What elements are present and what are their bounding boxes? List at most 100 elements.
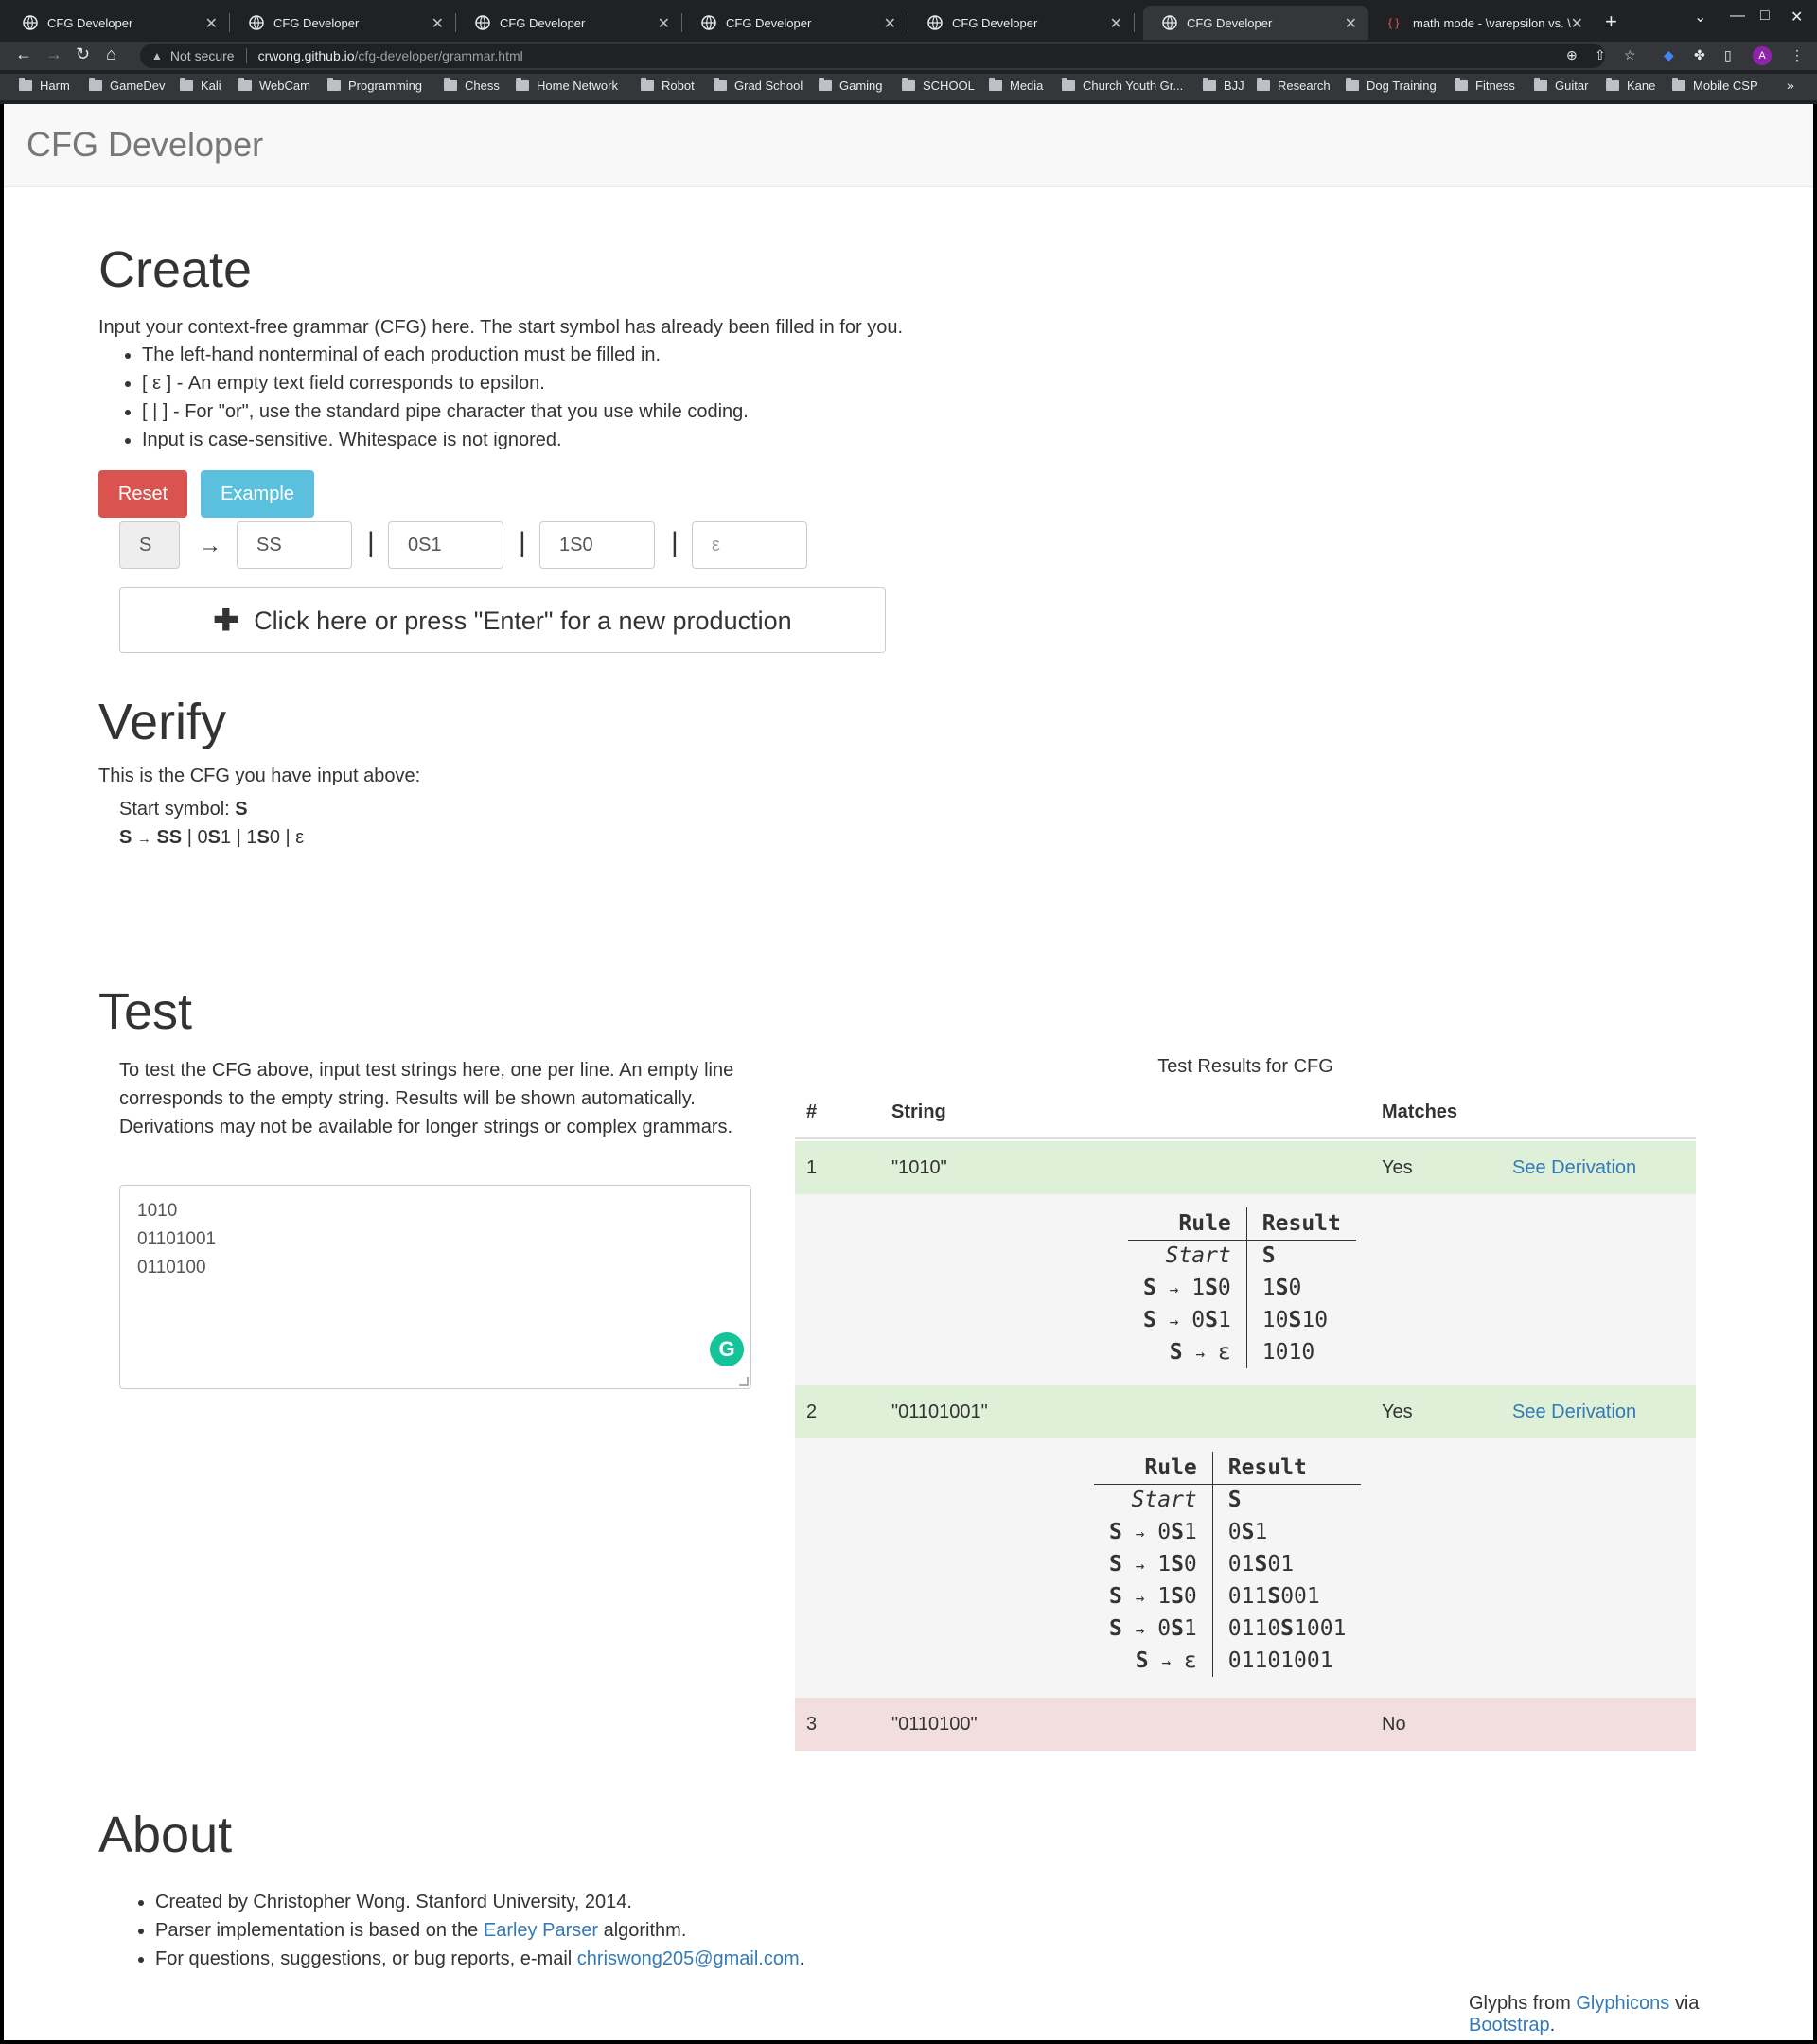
- extensions-icon[interactable]: ✤: [1694, 47, 1705, 63]
- new-tab-icon[interactable]: +: [1605, 9, 1617, 34]
- bookmark-folder[interactable]: Dog Training: [1346, 78, 1437, 93]
- bookmark-folder[interactable]: Guitar: [1534, 78, 1588, 93]
- bookmark-folder[interactable]: Grad School: [714, 78, 803, 93]
- example-button[interactable]: Example: [201, 470, 314, 518]
- see-derivation-link[interactable]: See Derivation: [1512, 1141, 1636, 1194]
- minimize-icon[interactable]: —: [1730, 8, 1745, 25]
- reset-button[interactable]: Reset: [98, 470, 187, 518]
- tab-strip: CFG Developer ✕ CFG Developer ✕ CFG Deve…: [0, 0, 1817, 44]
- bookmark-folder[interactable]: Robot: [641, 78, 695, 93]
- zoom-icon[interactable]: ⊕: [1566, 47, 1578, 63]
- bookmark-folder[interactable]: BJJ: [1203, 78, 1244, 93]
- forward-icon[interactable]: →: [45, 44, 62, 64]
- tab-2[interactable]: CFG Developer ✕: [230, 6, 456, 40]
- bookmark-folder[interactable]: Mobile CSP: [1672, 78, 1758, 93]
- bookmark-star-icon[interactable]: ☆: [1624, 47, 1636, 63]
- rhs-input-epsilon[interactable]: ε: [692, 521, 807, 569]
- bookmark-folder[interactable]: Church Youth Gr...: [1062, 78, 1183, 93]
- production-arrow: →: [199, 533, 221, 558]
- share-icon[interactable]: ⇧: [1595, 47, 1606, 63]
- bookmark-folder[interactable]: Home Network: [516, 78, 618, 93]
- tab-3[interactable]: CFG Developer ✕: [456, 6, 682, 40]
- bookmark-folder[interactable]: SCHOOL: [902, 78, 975, 93]
- bookmark-folder[interactable]: Harm: [19, 78, 70, 93]
- bookmark-folder[interactable]: GameDev: [89, 78, 166, 93]
- menu-icon[interactable]: ⋮: [1791, 47, 1804, 63]
- derivation-table: Rule Result Start S S → 1S0 1S0 S → 0S1 10S1…: [1128, 1207, 1356, 1368]
- bookmark-folder[interactable]: Kane: [1606, 78, 1655, 93]
- security-label[interactable]: Not secure: [170, 48, 235, 63]
- see-derivation-link[interactable]: See Derivation: [1512, 1385, 1636, 1438]
- test-help-text: To test the CFG above, input test string…: [119, 1060, 734, 1137]
- tab-4[interactable]: CFG Developer ✕: [682, 6, 908, 40]
- address-bar[interactable]: ▲ Not secure crwong.github.io/cfg-develo…: [140, 44, 1605, 68]
- test-line: 0110100: [137, 1258, 206, 1278]
- bootstrap-link[interactable]: Bootstrap: [1469, 2015, 1550, 2035]
- resize-handle[interactable]: [739, 1377, 749, 1386]
- earley-parser-link[interactable]: Earley Parser: [484, 1920, 598, 1941]
- rule-header: Rule: [1094, 1452, 1213, 1485]
- globe-icon: [701, 15, 716, 30]
- side-panel-icon[interactable]: ▯: [1724, 47, 1732, 63]
- maximize-icon[interactable]: □: [1760, 8, 1770, 25]
- home-icon[interactable]: ⌂: [106, 44, 116, 64]
- close-tab-icon[interactable]: ✕: [658, 14, 670, 33]
- close-tab-icon[interactable]: ✕: [1110, 14, 1122, 33]
- close-tab-icon[interactable]: ✕: [1571, 14, 1583, 33]
- tab-title: CFG Developer: [952, 15, 1038, 30]
- globe-icon: [23, 15, 38, 30]
- folder-icon: [902, 78, 915, 91]
- start-symbol-line: Start symbol: S: [119, 799, 248, 819]
- back-icon[interactable]: ←: [15, 44, 32, 64]
- plus-icon: ✚: [213, 603, 239, 637]
- rhs-input-2[interactable]: 0S1: [388, 521, 503, 569]
- lhs-input[interactable]: S: [119, 521, 180, 569]
- glyphicons-link[interactable]: Glyphicons: [1576, 1993, 1669, 2014]
- production-line: S → SS | 0S1 | 1S0 | ε: [119, 827, 305, 848]
- brand-title[interactable]: CFG Developer: [26, 125, 263, 165]
- close-tab-icon[interactable]: ✕: [884, 14, 896, 33]
- toolbar: ← → ↻ ⌂ ▲ Not secure crwong.github.io/cf…: [0, 42, 1817, 70]
- bookmark-folder[interactable]: Chess: [444, 78, 500, 93]
- folder-icon: [180, 78, 193, 91]
- profile-avatar[interactable]: A: [1753, 46, 1772, 65]
- close-tab-icon[interactable]: ✕: [432, 14, 444, 33]
- bookmarks-bar: Harm GameDev Kali WebCam Programming Che…: [0, 74, 1817, 100]
- bookmark-folder[interactable]: Fitness: [1455, 78, 1515, 93]
- rhs-input-1[interactable]: SS: [237, 521, 352, 569]
- derivation-step: S → 1S0 01S01: [1094, 1548, 1361, 1580]
- bitwarden-icon[interactable]: ◆: [1664, 47, 1674, 63]
- folder-icon: [327, 78, 341, 91]
- reload-icon[interactable]: ↻: [76, 44, 90, 64]
- tab-5[interactable]: CFG Developer ✕: [908, 6, 1135, 40]
- tab-search-icon[interactable]: ⌄: [1694, 8, 1706, 26]
- email-link[interactable]: chriswong205@gmail.com: [577, 1948, 800, 1969]
- tab-6-active[interactable]: CFG Developer ✕: [1143, 6, 1368, 40]
- verify-heading: Verify: [98, 694, 227, 750]
- navbar: CFG Developer: [4, 104, 1813, 187]
- bookmark-folder[interactable]: Gaming: [819, 78, 883, 93]
- tab-1[interactable]: CFG Developer ✕: [4, 6, 230, 40]
- col-matches-header: Matches: [1382, 1101, 1458, 1122]
- bookmark-folder[interactable]: Research: [1257, 78, 1331, 93]
- more-bookmarks-icon[interactable]: »: [1787, 78, 1794, 93]
- close-window-icon[interactable]: ✕: [1791, 8, 1803, 26]
- rhs-input-3[interactable]: 1S0: [539, 521, 655, 569]
- bookmark-folder[interactable]: Media: [989, 78, 1043, 93]
- globe-icon: [1162, 15, 1177, 30]
- tab-7[interactable]: { } math mode - \varepsilon vs. \ ✕: [1369, 6, 1595, 40]
- test-strings-textarea[interactable]: 1010 01101001 0110100 G: [119, 1185, 751, 1389]
- new-production-button[interactable]: ✚ Click here or press "Enter" for a new p…: [119, 587, 886, 653]
- close-tab-icon[interactable]: ✕: [1345, 14, 1357, 33]
- browser-chrome: CFG Developer ✕ CFG Developer ✕ CFG Deve…: [0, 0, 1817, 104]
- warning-icon[interactable]: ▲: [151, 49, 163, 62]
- grammarly-icon[interactable]: G: [710, 1332, 744, 1366]
- globe-icon: [475, 15, 490, 30]
- bookmark-folder[interactable]: Programming: [327, 78, 422, 93]
- folder-icon: [989, 78, 1002, 91]
- test-heading: Test: [98, 983, 193, 1040]
- close-tab-icon[interactable]: ✕: [205, 14, 218, 33]
- bookmark-folder[interactable]: Kali: [180, 78, 221, 93]
- table-row: 2 "01101001" Yes See Derivation: [795, 1385, 1696, 1438]
- bookmark-folder[interactable]: WebCam: [238, 78, 310, 93]
